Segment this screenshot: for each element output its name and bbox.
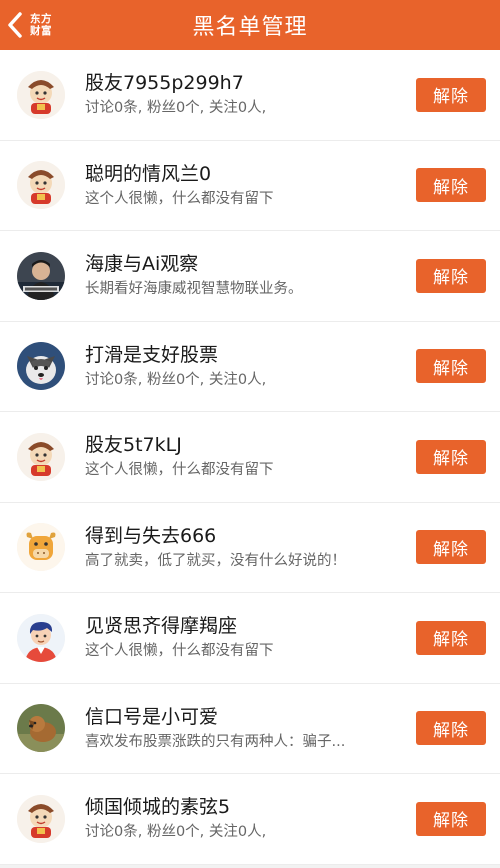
list-item: 信口号是小可爱 喜欢发布股票涨跌的只有两种人：骗子... 解除: [0, 684, 500, 774]
unblock-button[interactable]: 解除: [416, 168, 486, 203]
user-description: 高了就卖，低了就买，没有什么好说的！: [85, 552, 346, 569]
user-info: 聪明的情风兰0 这个人很懒，什么都没有留下: [85, 161, 405, 209]
user-description: 讨论0条, 粉丝0个, 关注0人,: [85, 824, 267, 840]
user-description: 这个人很懒，什么都没有留下: [85, 190, 274, 207]
user-info: 倾国倾城的素弦5 讨论0条, 粉丝0个, 关注0人,: [85, 794, 405, 842]
unblock-button[interactable]: 解除: [416, 77, 486, 112]
list-item: 海康与Ai观察 长期看好海康威视智慧物联业务。 解除: [0, 231, 500, 322]
brand-line2: 财富: [30, 25, 52, 37]
list-item: 股友5t7kLJ 这个人很懒，什么都没有留下 解除: [0, 412, 500, 503]
unblock-button[interactable]: 解除: [416, 801, 486, 836]
list-item: 聪明的情风兰0 这个人很懒，什么都没有留下 解除: [0, 141, 500, 231]
photo-man-avatar[interactable]: [17, 251, 65, 300]
mascot-avatar[interactable]: [17, 70, 65, 119]
user-name[interactable]: 倾国倾城的素弦5: [85, 794, 405, 820]
user-info: 得到与失去666 高了就卖，低了就买，没有什么好说的！: [85, 523, 405, 571]
user-info: 股友7955p299h7 讨论0条, 粉丝0个, 关注0人,: [85, 70, 405, 118]
list-item: 打滑是支好股票 讨论0条, 粉丝0个, 关注0人, 解除: [0, 322, 500, 412]
cartoon-boy-avatar[interactable]: [17, 613, 65, 662]
user-info: 股友5t7kLJ 这个人很懒，什么都没有留下: [85, 432, 405, 480]
back-button[interactable]: 东方 财富: [6, 0, 76, 50]
user-info: 海康与Ai观察 长期看好海康威视智慧物联业务。: [85, 251, 405, 299]
unblock-button[interactable]: 解除: [416, 258, 486, 293]
unblock-button[interactable]: 解除: [416, 349, 486, 384]
husky-dog-avatar[interactable]: [17, 342, 65, 391]
user-name[interactable]: 打滑是支好股票: [85, 342, 405, 368]
user-name[interactable]: 股友7955p299h7: [85, 70, 405, 96]
user-description: 喜欢发布股票涨跌的只有两种人：骗子...: [85, 733, 346, 750]
user-description: 这个人很懒，什么都没有留下: [85, 643, 274, 659]
user-description: 讨论0条, 粉丝0个, 关注0人,: [85, 100, 267, 116]
unblock-button[interactable]: 解除: [416, 439, 486, 474]
user-info: 打滑是支好股票 讨论0条, 粉丝0个, 关注0人,: [85, 342, 405, 390]
list-item: 倾国倾城的素弦5 讨论0条, 粉丝0个, 关注0人, 解除: [0, 774, 500, 865]
list-item: 股友7955p299h7 讨论0条, 粉丝0个, 关注0人, 解除: [0, 50, 500, 141]
mascot-avatar[interactable]: [17, 432, 65, 481]
user-description: 这个人很懒，什么都没有留下: [85, 462, 274, 478]
user-description: 讨论0条, 粉丝0个, 关注0人,: [85, 371, 267, 388]
ox-avatar[interactable]: [17, 523, 65, 572]
unblock-button[interactable]: 解除: [416, 711, 486, 746]
dog-photo-avatar[interactable]: [17, 704, 65, 753]
user-description: 长期看好海康威视智慧物联业务。: [85, 281, 303, 297]
brand-line1: 东方: [30, 13, 52, 25]
mascot-avatar[interactable]: [17, 161, 65, 210]
unblock-button[interactable]: 解除: [416, 530, 486, 565]
brand-logo: 东方 财富: [30, 13, 52, 37]
user-name[interactable]: 股友5t7kLJ: [85, 432, 405, 458]
user-name[interactable]: 见贤思齐得摩羯座: [85, 613, 405, 639]
list-item: 得到与失去666 高了就卖，低了就买，没有什么好说的！ 解除: [0, 503, 500, 593]
unblock-button[interactable]: 解除: [416, 620, 486, 655]
list-item: 见贤思齐得摩羯座 这个人很懒，什么都没有留下 解除: [0, 593, 500, 684]
chevron-left-icon: [8, 12, 22, 38]
mascot-avatar[interactable]: [17, 794, 65, 843]
user-info: 信口号是小可爱 喜欢发布股票涨跌的只有两种人：骗子...: [85, 704, 405, 752]
page-title: 黑名单管理: [192, 15, 308, 40]
user-name[interactable]: 得到与失去666: [85, 523, 405, 549]
user-name[interactable]: 聪明的情风兰0: [85, 161, 405, 187]
blacklist: 股友7955p299h7 讨论0条, 粉丝0个, 关注0人, 解除 聪明的情风兰…: [0, 50, 500, 865]
user-name[interactable]: 海康与Ai观察: [85, 251, 405, 277]
user-info: 见贤思齐得摩羯座 这个人很懒，什么都没有留下: [85, 613, 405, 661]
app-header: 东方 财富 黑名单管理: [0, 0, 500, 50]
user-name[interactable]: 信口号是小可爱: [85, 704, 405, 730]
